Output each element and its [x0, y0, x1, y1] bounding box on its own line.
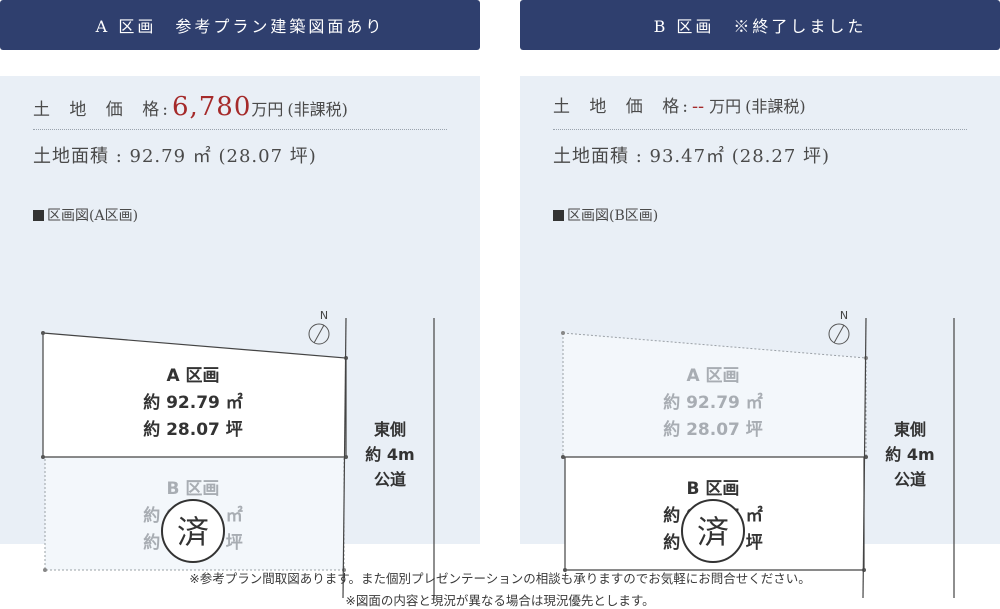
sold-stamp: 済	[161, 499, 225, 563]
lot-b-plan-lot-a-sqm: 約 92.79 ㎡	[663, 392, 763, 413]
north-label: N	[320, 309, 328, 322]
lot-a-header-text: A 区画 参考プラン建築図面あり	[95, 17, 385, 36]
lot-b-plan-lot-a-name: A 区画	[686, 366, 739, 386]
lot-b-plan-label-text: 区画図(B区画)	[567, 208, 659, 224]
lot-a-panel: 土 地 価 格 : 6,780 万円 (非課税) 土地面積 : 92.79 ㎡ …	[0, 76, 480, 599]
north-arrow-icon: N	[308, 309, 330, 345]
north-label: N	[840, 309, 848, 322]
lot-b-price-unit: 万円	[709, 97, 742, 116]
lot-a-plan-lot-a-name: A 区画	[166, 366, 219, 386]
lot-b-price-colon: :	[682, 97, 688, 117]
road-label-public: 公道	[374, 470, 406, 489]
north-arrow-icon: N	[828, 309, 850, 345]
sold-stamp: 済	[681, 499, 745, 563]
lot-a-price-value: 6,780	[171, 92, 252, 122]
square-bullet-icon	[553, 210, 564, 221]
lot-a-price-colon: :	[162, 100, 168, 120]
lot-a-plan-label: 区画図(A区画)	[33, 205, 138, 225]
lot-b-price-value: --	[691, 96, 705, 117]
lot-b-header-text: B 区画 ※終了しました	[653, 17, 867, 36]
lot-a-price-unit: 万円	[251, 100, 284, 119]
lot-b-plan-label: 区画図(B区画)	[553, 205, 658, 225]
road-label-width: 約 4m	[365, 445, 414, 464]
footer-notes: ※参考プラン間取図あります。また個別プレゼンテーションの相談も承りますのでお気軽…	[0, 568, 1000, 609]
lot-b-panel: 土 地 価 格 : -- 万円 (非課税) 土地面積 : 93.47㎡ (28.…	[520, 76, 1000, 599]
sold-stamp-text: 済	[697, 513, 729, 551]
lot-b-price-row: 土 地 価 格 : -- 万円 (非課税)	[553, 92, 967, 130]
footer-note-1: ※参考プラン間取図あります。また個別プレゼンテーションの相談も承りますのでお気軽…	[189, 571, 811, 586]
road-label-east: 東側	[374, 420, 406, 439]
lot-a-tax-note: (非課税)	[287, 100, 348, 119]
lot-b-site-plan: N A 区画 約 92.79 ㎡ 約 28.07 坪 B 区画 約 93.47 …	[561, 309, 955, 599]
lot-b-area: 土地面積 : 93.47㎡ (28.27 坪)	[553, 146, 831, 167]
lot-a-site-plan: N A 区画 約 92.79 ㎡ 約 28.07 坪 B 区画 約 92.79 …	[41, 309, 435, 599]
road-label-public: 公道	[894, 470, 926, 489]
lot-b-header: B 区画 ※終了しました	[520, 0, 1000, 50]
lot-a-header: A 区画 参考プラン建築図面あり	[0, 0, 480, 50]
lot-b-plan-lot-b-name: B 区画	[687, 479, 740, 499]
lot-a-price-row: 土 地 価 格 : 6,780 万円 (非課税)	[33, 92, 447, 130]
lot-a-price-label: 土 地 価 格	[33, 100, 167, 120]
lot-a-plan-lot-b-name: B 区画	[167, 479, 220, 499]
lot-a-plan-label-text: 区画図(A区画)	[47, 208, 139, 224]
road-label-width: 約 4m	[885, 445, 934, 464]
lot-b-price-label: 土 地 価 格	[553, 97, 687, 117]
lot-b-tax-note: (非課税)	[745, 97, 806, 116]
sold-stamp-text: 済	[177, 513, 209, 551]
lot-a-plan-lot-a-sqm: 約 92.79 ㎡	[143, 392, 243, 413]
square-bullet-icon	[33, 210, 44, 221]
lot-a-plan-lot-a-tsubo: 約 28.07 坪	[143, 419, 243, 440]
lot-a-area: 土地面積 : 92.79 ㎡ (28.07 坪)	[33, 146, 317, 167]
footer-note-2: ※図面の内容と現況が異なる場合は現況優先とします。	[345, 593, 655, 608]
road-label-east: 東側	[894, 420, 926, 439]
lot-b-plan-lot-a-tsubo: 約 28.07 坪	[663, 419, 763, 440]
